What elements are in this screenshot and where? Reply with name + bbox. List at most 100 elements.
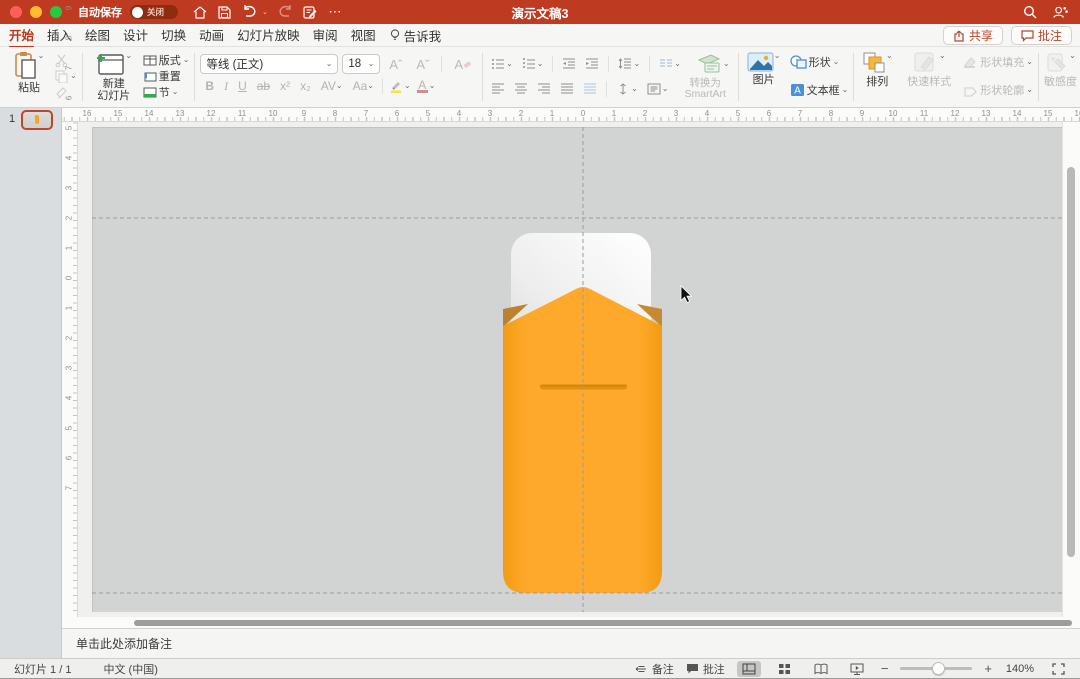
reading-view-button[interactable] [809,661,833,677]
normal-view-button[interactable] [737,661,761,677]
align-text-button[interactable]: ⌄ [644,83,672,95]
align-right-button[interactable] [534,83,554,95]
v-ruler-label: 4 [65,156,74,160]
reset-button[interactable]: 重置 [143,69,190,83]
scissors-icon [55,54,68,67]
font-color-button[interactable]: A ⌄ [414,80,439,93]
justify-button[interactable] [557,83,577,95]
italic-button[interactable]: I [219,79,233,94]
tab-animations[interactable]: 动画 [199,22,224,48]
quick-print-icon[interactable] [303,5,318,20]
align-center-button[interactable] [511,83,531,95]
shrink-font-button[interactable]: Aˇ [411,57,434,72]
zoom-level[interactable]: 140% [1004,663,1034,675]
comments-toggle-button[interactable]: 批注 [686,661,725,677]
notes-pane[interactable]: 单击此处添加备注 [62,628,1080,658]
align-left-button[interactable] [488,83,508,95]
zoom-out-button[interactable]: − [881,661,889,676]
more-options-icon[interactable]: ⋯ [328,5,343,20]
autosave-toggle[interactable]: 关闭 [130,5,178,19]
fullscreen-window-button[interactable] [50,6,62,18]
decrease-indent-button[interactable] [559,58,579,70]
quick-styles-icon [913,51,939,75]
quick-styles-button[interactable]: ⌄ 快速样式 [903,51,955,101]
grow-font-button[interactable]: Aˆ [384,57,407,72]
normal-view-icon [742,663,756,675]
clear-formatting-button[interactable]: A [449,57,477,72]
distribute-button[interactable] [580,83,600,95]
vertical-scrollbar-thumb[interactable] [1067,167,1075,557]
v-ruler-label: 3 [65,366,74,370]
zoom-slider[interactable] [900,667,972,670]
close-window-button[interactable] [10,6,22,18]
tab-transitions[interactable]: 切换 [161,22,186,48]
shape-outline-button[interactable]: 形状轮廓⌄ [963,82,1033,98]
shapes-button[interactable]: 形状⌄ [790,54,849,70]
subscript-button[interactable]: x₂ [295,79,316,93]
zoom-slider-knob[interactable] [932,662,945,675]
bold-button[interactable]: B [200,79,219,93]
line-spacing-button[interactable]: ⌄ [615,58,643,70]
picture-dropdown-icon[interactable]: ⌄ [774,51,781,61]
tab-view[interactable]: 视图 [351,22,376,48]
text-direction-button[interactable]: ⌄ [613,83,641,95]
shape-fill-button[interactable]: 形状填充⌄ [963,54,1033,70]
home-icon[interactable] [192,5,207,20]
font-size-select[interactable]: 18⌄ [342,54,380,74]
horizontal-scrollbar-thumb[interactable] [134,620,1072,626]
character-spacing-button[interactable]: AV⌄ [316,79,348,93]
slide-thumbnail[interactable] [21,110,53,130]
paste-dropdown-icon[interactable]: ⌄ [38,51,45,61]
arrange-button[interactable]: ⌄ 排列 [859,51,895,101]
redo-icon[interactable] [278,5,293,20]
numbering-button[interactable]: ⌄ [519,58,547,70]
search-icon[interactable] [1022,5,1037,20]
section-button[interactable]: 节⌄ [143,85,190,99]
tab-home[interactable]: 开始 [9,22,34,48]
paste-button[interactable]: ⌄ 粘贴 [6,51,52,101]
reading-view-icon [814,663,828,675]
horizontal-scrollbar [62,617,1080,628]
tab-design[interactable]: 设计 [123,22,148,48]
new-slide-dropdown-icon[interactable]: ⌄ [125,51,132,61]
comments-button[interactable]: 批注 [1011,26,1072,45]
font-name-select[interactable]: 等线 (正文)⌄ [200,54,338,74]
bullets-button[interactable]: ⌄ [488,58,516,70]
sensitivity-dropdown-icon[interactable]: ⌄ [1069,51,1076,61]
new-slide-button[interactable]: ⌄ 新建幻灯片 [88,51,140,102]
h-ruler-label: 8 [333,109,337,118]
highlight-color-button[interactable]: ⌄ [386,79,414,93]
convert-smartart-button[interactable]: ⌄ [693,54,733,74]
underline-button[interactable]: U [233,79,252,93]
strikethrough-button[interactable]: ab [252,79,275,93]
tab-review[interactable]: 审阅 [313,22,338,48]
presenter-coach-icon[interactable] [1053,5,1068,20]
layout-button[interactable]: 版式⌄ [143,53,190,67]
tab-slideshow[interactable]: 幻灯片放映 [237,22,300,48]
textbox-button[interactable]: A 文本框⌄ [790,82,849,98]
zoom-in-button[interactable]: + [984,661,992,676]
save-icon[interactable] [217,5,232,20]
quick-styles-dropdown-icon[interactable]: ⌄ [939,51,946,61]
fit-slide-button[interactable] [1046,661,1070,677]
share-button[interactable]: 共享 [943,26,1003,45]
tell-me[interactable]: 告诉我 [390,26,442,45]
picture-button[interactable]: ⌄ 图片 [744,51,784,101]
change-case-button[interactable]: Aa⌄ [348,79,379,93]
notes-toggle-button[interactable]: 备注 [635,661,674,677]
tab-draw[interactable]: 绘图 [85,22,110,48]
sensitivity-button[interactable]: ⌄ 敏感度 [1044,51,1077,88]
minimize-window-button[interactable] [30,6,42,18]
slide-sorter-view-button[interactable] [773,661,797,677]
arrange-dropdown-icon[interactable]: ⌄ [886,51,893,61]
copy-button[interactable]: ⌄ [55,69,77,83]
superscript-button[interactable]: x² [275,79,295,93]
mouse-cursor [681,286,691,303]
increase-indent-button[interactable] [582,58,602,70]
undo-dropdown-icon[interactable]: ⌄ [262,8,268,16]
shapes-icon [790,55,807,69]
slideshow-view-button[interactable] [845,661,869,677]
columns-button[interactable]: ⌄ [656,58,684,70]
language-indicator[interactable]: 中文 (中国) [103,661,157,677]
undo-icon[interactable] [242,5,257,20]
